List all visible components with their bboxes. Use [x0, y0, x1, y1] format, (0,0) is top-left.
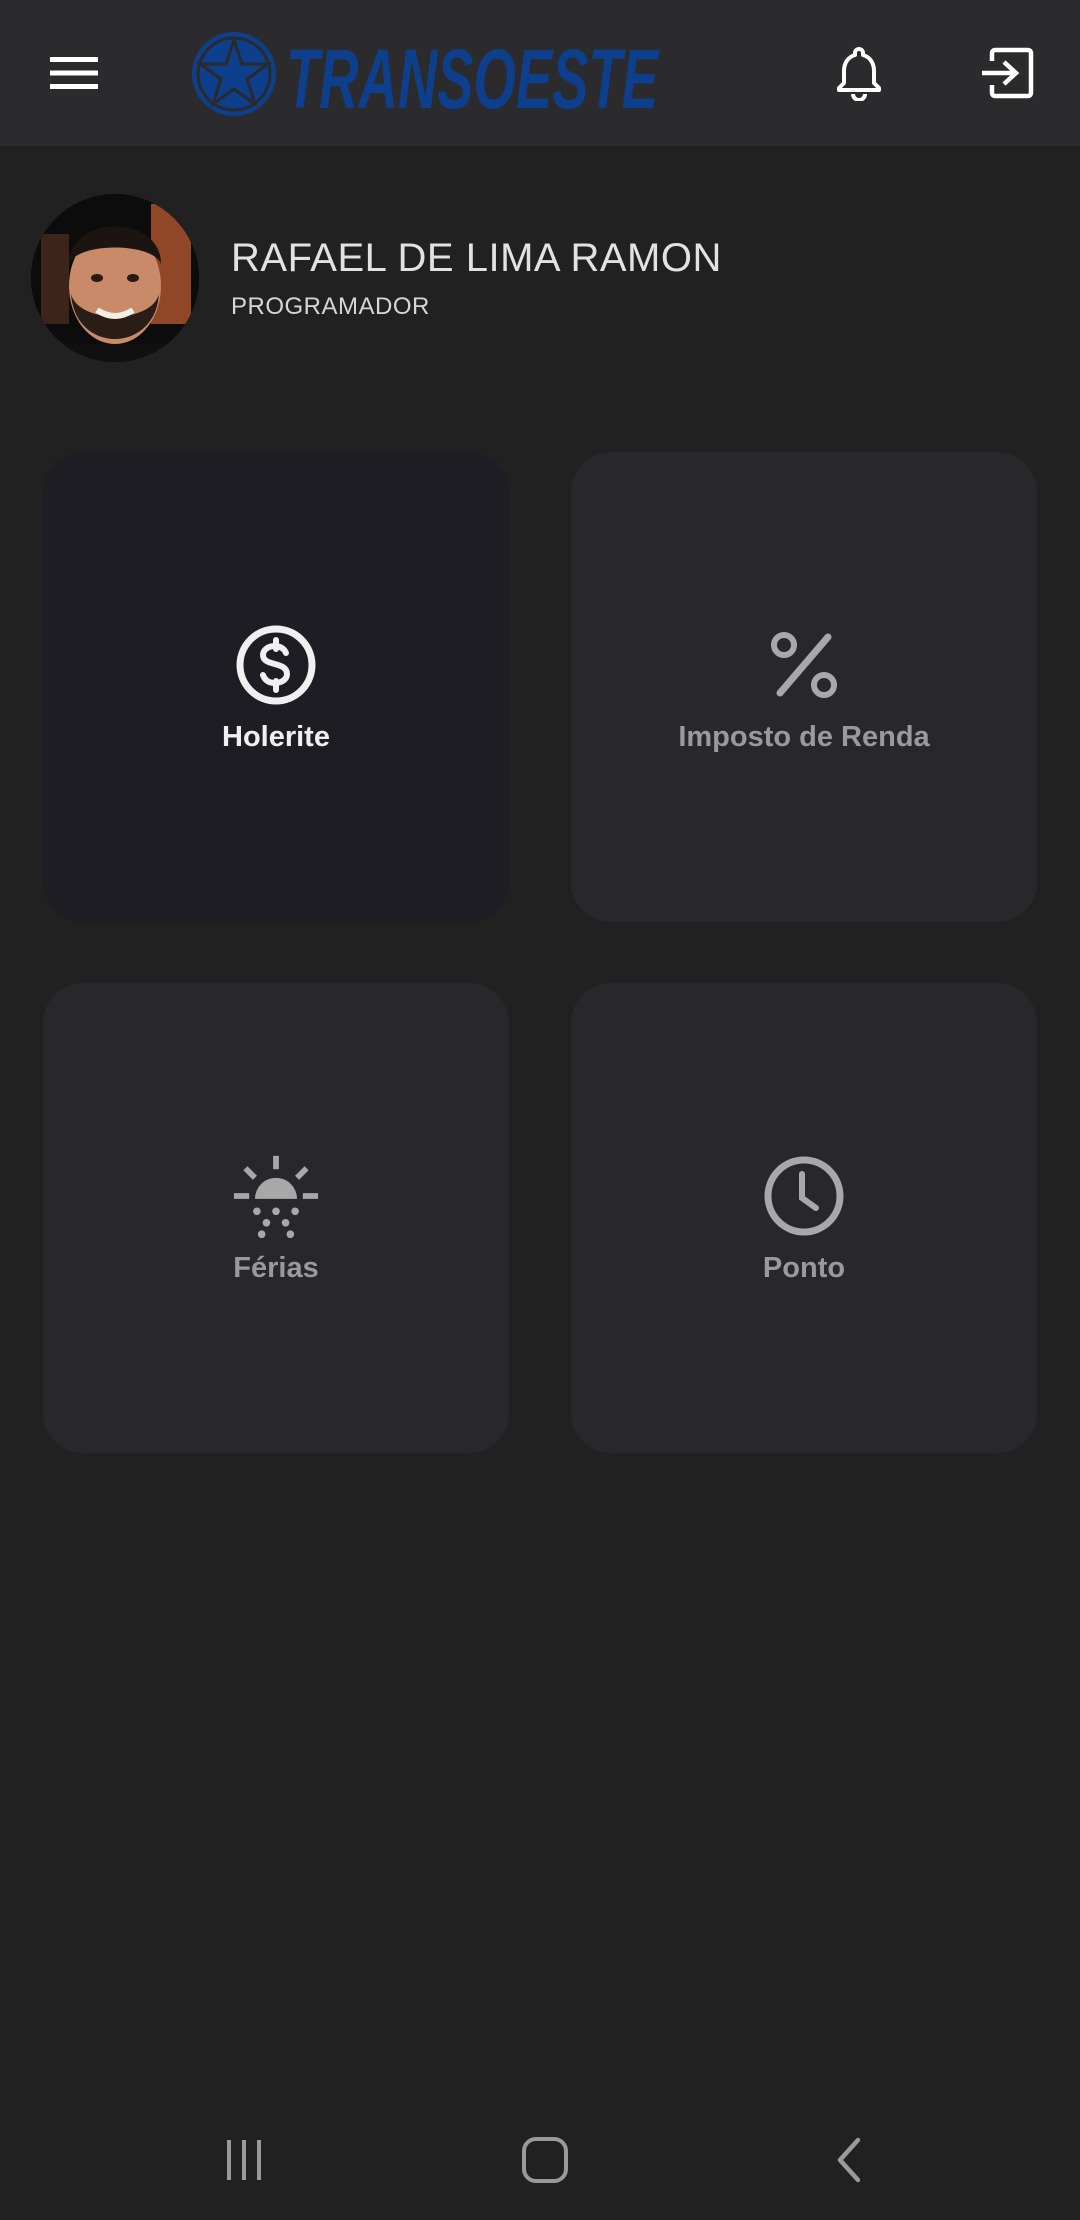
svg-text:TRANSOESTE: TRANSOESTE	[286, 32, 660, 122]
user-name: RAFAEL DE LIMA RAMON	[231, 236, 722, 280]
top-app-bar: TRANSOESTE	[0, 0, 1080, 146]
logout-button[interactable]	[962, 33, 1052, 113]
user-role: PROGRAMADOR	[231, 293, 430, 320]
recents-icon	[227, 2140, 261, 2180]
card-label: Férias	[233, 1251, 319, 1284]
app-screen: TRANSOESTE RAFAEL DE LIMA RAMON PROGRAMA…	[0, 0, 1080, 2220]
user-photo	[31, 194, 199, 362]
avatar[interactable]	[31, 194, 199, 362]
user-profile: RAFAEL DE LIMA RAMON PROGRAMADOR	[0, 146, 1080, 416]
sunrise-icon	[232, 1152, 320, 1240]
card-label: Imposto de Renda	[678, 720, 930, 753]
home-button[interactable]	[495, 2122, 595, 2198]
recents-button[interactable]	[194, 2122, 294, 2198]
card-label: Holerite	[222, 720, 330, 753]
percent-icon	[760, 621, 848, 709]
transoeste-logo-icon: TRANSOESTE	[192, 32, 660, 126]
ferias-card[interactable]: Férias	[43, 983, 509, 1453]
menu-button[interactable]	[30, 33, 118, 113]
card-label: Ponto	[762, 1251, 846, 1284]
holerite-card[interactable]: Holerite	[43, 452, 509, 922]
bell-icon	[837, 47, 881, 101]
imposto-de-renda-card[interactable]: Imposto de Renda	[571, 452, 1037, 922]
ponto-card[interactable]: Ponto	[571, 983, 1037, 1453]
home-icon	[522, 2137, 568, 2183]
exit-icon	[982, 47, 1034, 99]
clock-icon	[760, 1152, 848, 1240]
notifications-button[interactable]	[818, 33, 900, 113]
back-icon	[837, 2137, 861, 2183]
menu-icon	[50, 57, 98, 89]
back-button[interactable]	[798, 2122, 898, 2198]
system-navigation-bar	[0, 2100, 1080, 2220]
brand-logo: TRANSOESTE	[188, 26, 668, 126]
dollar-circle-icon	[232, 621, 320, 709]
